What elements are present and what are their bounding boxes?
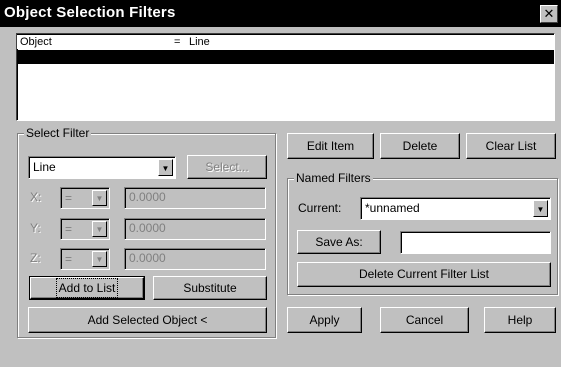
y-operator-select: = ▼ xyxy=(60,218,110,240)
delete-label: Delete xyxy=(402,139,438,153)
help-button[interactable]: Help xyxy=(484,307,556,333)
edit-item-button[interactable]: Edit Item xyxy=(287,133,374,159)
filter-operator: = xyxy=(174,36,181,48)
z-label: Z: xyxy=(30,251,41,265)
clear-list-button[interactable]: Clear List xyxy=(466,133,556,159)
filter-list-row-selected[interactable] xyxy=(17,50,554,64)
filter-type-value: Line xyxy=(33,160,56,174)
filter-property: Object xyxy=(20,36,52,48)
add-to-list-button[interactable]: Add to List xyxy=(29,276,145,300)
add-selected-object-button[interactable]: Add Selected Object < xyxy=(28,307,267,333)
y-operator-value: = xyxy=(65,222,73,236)
select-button-label: Select... xyxy=(205,160,249,174)
title-bar: Object Selection Filters ✕ xyxy=(0,0,561,27)
clear-list-label: Clear List xyxy=(485,139,537,153)
filter-type-select[interactable]: Line ▼ xyxy=(28,156,176,179)
object-selection-filters-dialog: Object Selection Filters ✕ Object = Line… xyxy=(0,0,561,367)
apply-button[interactable]: Apply xyxy=(287,307,362,333)
x-operator-value: = xyxy=(65,191,73,205)
x-label: X: xyxy=(30,190,42,204)
z-operator-value: = xyxy=(65,252,73,266)
chevron-down-icon[interactable]: ▼ xyxy=(158,159,173,176)
x-operator-select: = ▼ xyxy=(60,187,110,209)
current-filter-select[interactable]: *unnamed ▼ xyxy=(360,197,551,220)
y-value-field: 0.0000 xyxy=(124,218,266,240)
chevron-down-icon: ▼ xyxy=(92,190,107,206)
help-label: Help xyxy=(507,313,533,327)
delete-button[interactable]: Delete xyxy=(380,133,460,159)
save-as-label: Save As: xyxy=(315,235,363,249)
substitute-button[interactable]: Substitute xyxy=(153,276,267,300)
chevron-down-icon: ▼ xyxy=(92,251,107,267)
y-label: Y: xyxy=(30,221,41,235)
save-as-button[interactable]: Save As: xyxy=(297,230,381,254)
edit-item-label: Edit Item xyxy=(306,139,355,153)
close-button[interactable]: ✕ xyxy=(540,5,558,23)
filter-list[interactable]: Object = Line xyxy=(16,33,555,121)
delete-current-filter-list-button[interactable]: Delete Current Filter List xyxy=(297,262,551,287)
cancel-label: Cancel xyxy=(405,313,444,327)
window-title: Object Selection Filters xyxy=(4,4,176,21)
z-operator-select: = ▼ xyxy=(60,248,110,270)
apply-label: Apply xyxy=(309,313,340,327)
delete-current-filter-list-label: Delete Current Filter List xyxy=(358,267,490,281)
add-to-list-label: Add to List xyxy=(55,278,119,298)
add-selected-object-label: Add Selected Object < xyxy=(87,313,208,327)
current-filter-value: *unnamed xyxy=(365,201,420,215)
filter-value: Line xyxy=(189,36,210,48)
substitute-label: Substitute xyxy=(183,281,237,295)
close-icon: ✕ xyxy=(543,6,555,21)
save-as-name-field[interactable] xyxy=(400,231,551,254)
named-filters-label: Named Filters xyxy=(294,171,373,185)
current-label: Current: xyxy=(298,201,342,215)
select-button: Select... xyxy=(187,155,267,179)
cancel-button[interactable]: Cancel xyxy=(380,307,469,333)
chevron-down-icon[interactable]: ▼ xyxy=(533,200,548,217)
z-value-field: 0.0000 xyxy=(124,248,266,270)
chevron-down-icon: ▼ xyxy=(92,221,107,237)
y-value: 0.0000 xyxy=(129,221,166,235)
filter-list-row[interactable]: Object = Line xyxy=(17,35,554,49)
x-value-field: 0.0000 xyxy=(124,187,266,209)
z-value: 0.0000 xyxy=(129,251,166,265)
select-filter-label: Select Filter xyxy=(24,126,92,140)
x-value: 0.0000 xyxy=(129,190,166,204)
